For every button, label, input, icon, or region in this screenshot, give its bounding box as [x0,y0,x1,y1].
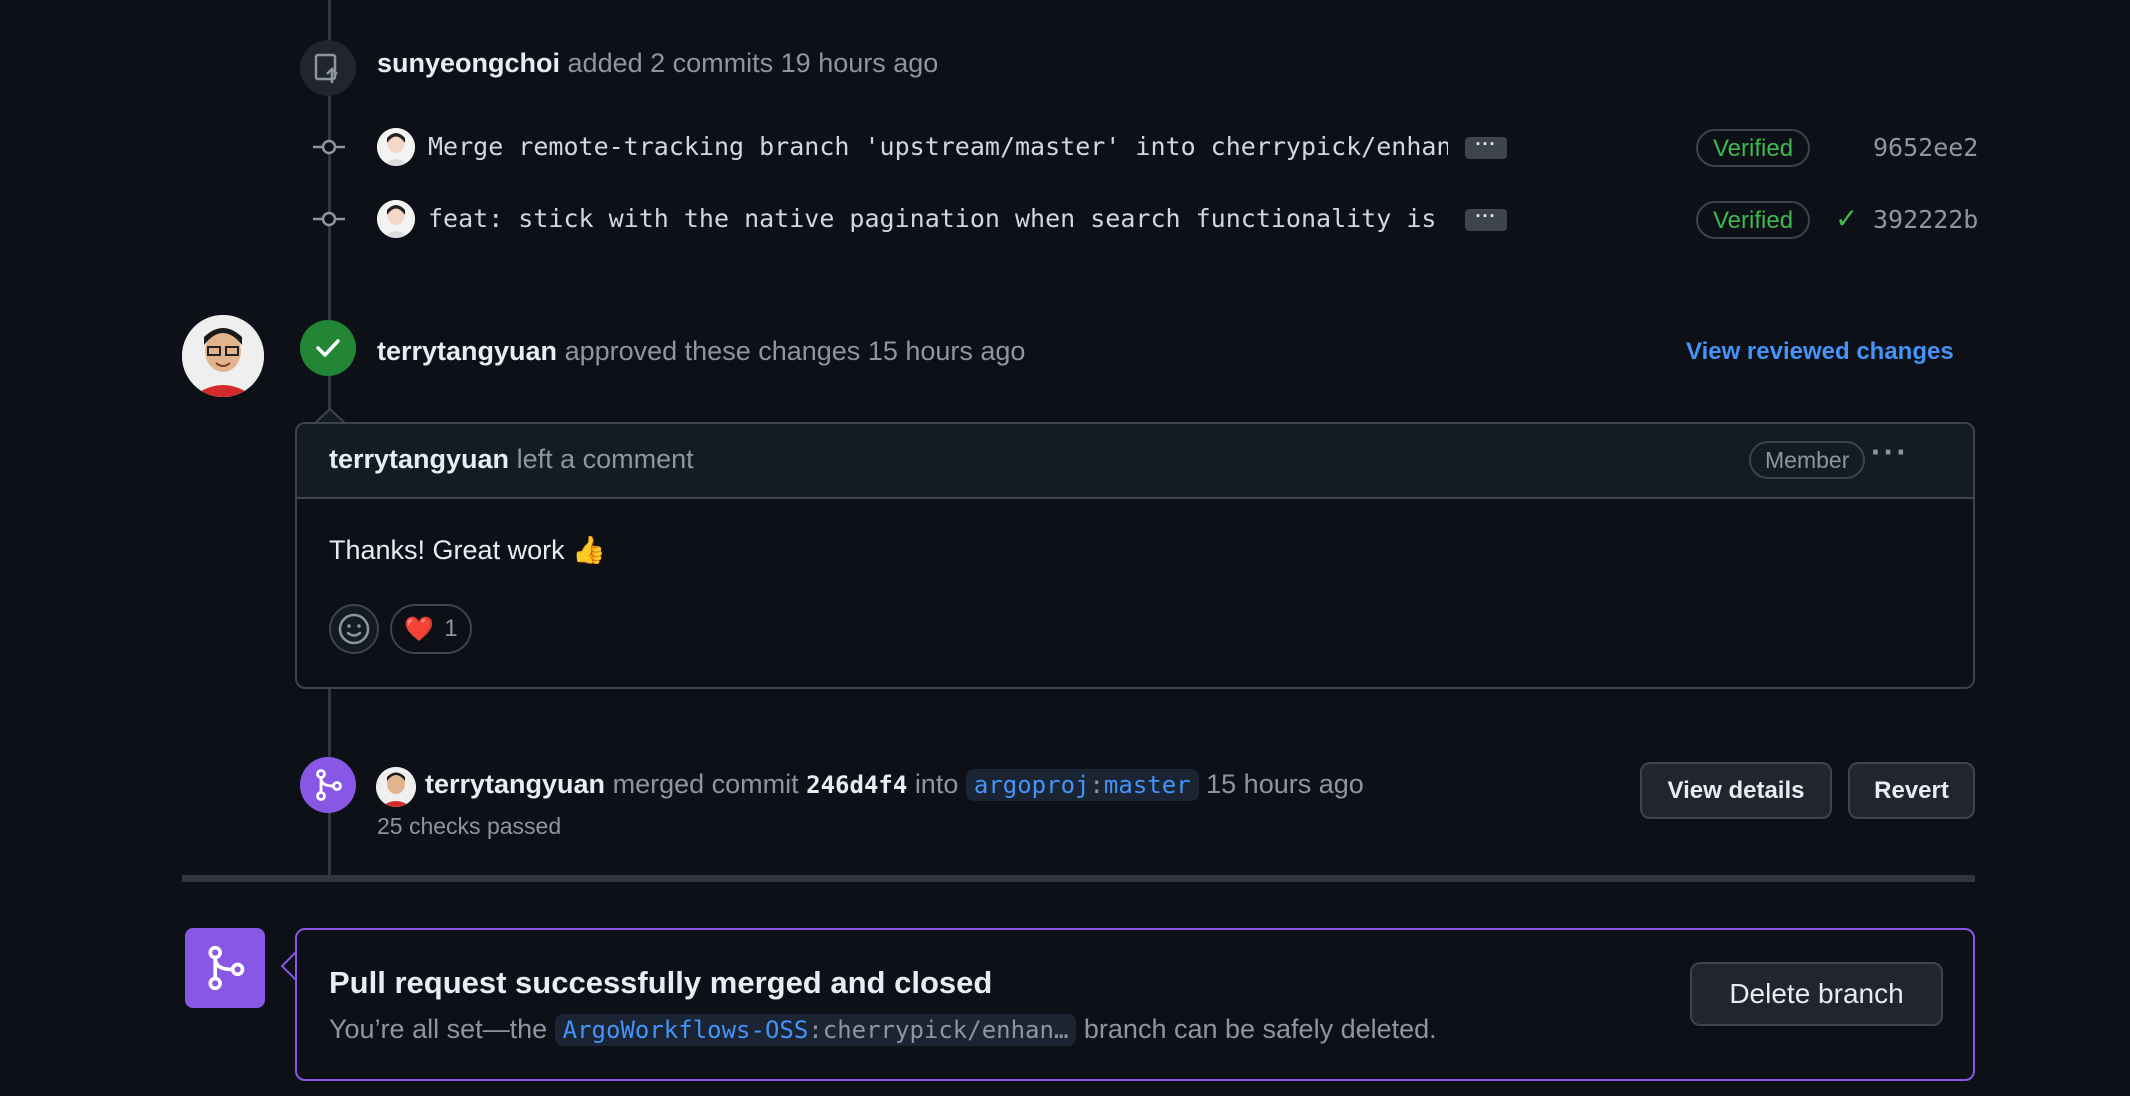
commits-action: added 2 commits [567,48,774,78]
heart-reaction-button[interactable]: ❤️ 1 [390,604,472,654]
commit-sha[interactable]: 392222b [1873,205,1978,234]
timeline-line-merge [328,689,331,757]
source-branch-sep: : [808,1016,823,1044]
commit-expand-button[interactable]: ··· [1465,207,1507,231]
comment-menu-button[interactable]: ··· [1871,434,1909,471]
verified-badge[interactable]: Verified [1696,129,1811,167]
reviewer-avatar[interactable] [182,315,264,397]
merged-box: Pull request successfully merged and clo… [295,928,1975,1081]
merger-name[interactable]: terrytangyuan [425,769,605,799]
commit-author-avatar[interactable] [377,200,415,238]
merge-icon [300,757,356,813]
comment-header: terrytangyuan left a comment Member ··· [297,424,1973,499]
reaction-count: 1 [444,615,458,642]
timeline-line-top [328,0,331,45]
comment-body: Thanks! Great work 👍 [329,535,606,565]
source-branch[interactable]: ArgoWorkflows-OSS:cherrypick/enhan… [554,1014,1077,1046]
approved-check-icon [300,320,356,376]
commit-dot-icon [313,139,345,155]
target-branch[interactable]: argoproj:master [965,769,1199,801]
commit-author-avatar[interactable] [377,128,415,166]
revert-button[interactable]: Revert [1848,762,1975,819]
add-reaction-button[interactable] [329,604,379,654]
commits-author[interactable]: sunyeongchoi [377,48,560,78]
reviewer-name[interactable]: terrytangyuan [377,336,557,366]
timeline-line-commits [328,95,331,320]
delete-branch-button[interactable]: Delete branch [1690,962,1943,1026]
heart-icon: ❤️ [404,615,435,643]
review-action: approved these changes [564,336,861,366]
smiley-icon [338,613,370,645]
timeline-line-merge-bottom [328,813,331,875]
merge-time[interactable]: 15 hours ago [1206,769,1364,799]
commits-event-header: sunyeongchoi added 2 commits 19 hours ag… [377,48,938,79]
source-branch-name: cherrypick/enhan… [822,1016,1069,1044]
view-reviewed-changes-link[interactable]: View reviewed changes [1686,338,1954,366]
merger-avatar[interactable] [376,767,416,807]
merge-into: into [914,769,959,799]
timeline-divider [182,875,1975,882]
push-icon [300,40,356,96]
check-icon[interactable]: ✓ [1835,202,1858,235]
merged-box-description: You’re all set—the ArgoWorkflows-OSS:che… [329,1014,1437,1046]
source-branch-owner: ArgoWorkflows-OSS [562,1016,809,1044]
review-time[interactable]: 15 hours ago [868,336,1026,366]
commit-expand-button[interactable]: ··· [1465,135,1507,159]
target-branch-owner: argoproj [973,771,1090,799]
member-badge: Member [1749,441,1866,479]
target-branch-name: master [1103,771,1191,799]
target-branch-sep: : [1089,771,1104,799]
merge-event-header: terrytangyuan merged commit 246d4f4 into… [425,769,1364,801]
merged-text-before: You’re all set—the [329,1014,548,1044]
commit-message[interactable]: Merge remote-tracking branch 'upstream/m… [428,132,1448,161]
merged-text-after: branch can be safely deleted. [1083,1014,1437,1044]
comment-header-text: terrytangyuan left a comment [329,444,694,475]
commit-dot-icon [313,211,345,227]
review-event-header: terrytangyuan approved these changes 15 … [377,336,1025,367]
merged-status-icon [185,928,265,1008]
commit-message[interactable]: feat: stick with the native pagination w… [428,204,1448,233]
comment-action: left a comment [516,444,694,474]
merged-box-title: Pull request successfully merged and clo… [329,965,993,1000]
verified-badge[interactable]: Verified [1696,201,1811,239]
commit-sha[interactable]: 9652ee2 [1873,133,1978,162]
merge-action: merged commit [612,769,799,799]
merge-commit-sha[interactable]: 246d4f4 [806,771,907,799]
checks-status[interactable]: 25 checks passed [377,813,561,840]
review-comment: terrytangyuan left a comment Member ··· … [295,422,1975,689]
comment-author[interactable]: terrytangyuan [329,444,509,474]
commits-time[interactable]: 19 hours ago [781,48,939,78]
view-details-button[interactable]: View details [1640,762,1832,819]
